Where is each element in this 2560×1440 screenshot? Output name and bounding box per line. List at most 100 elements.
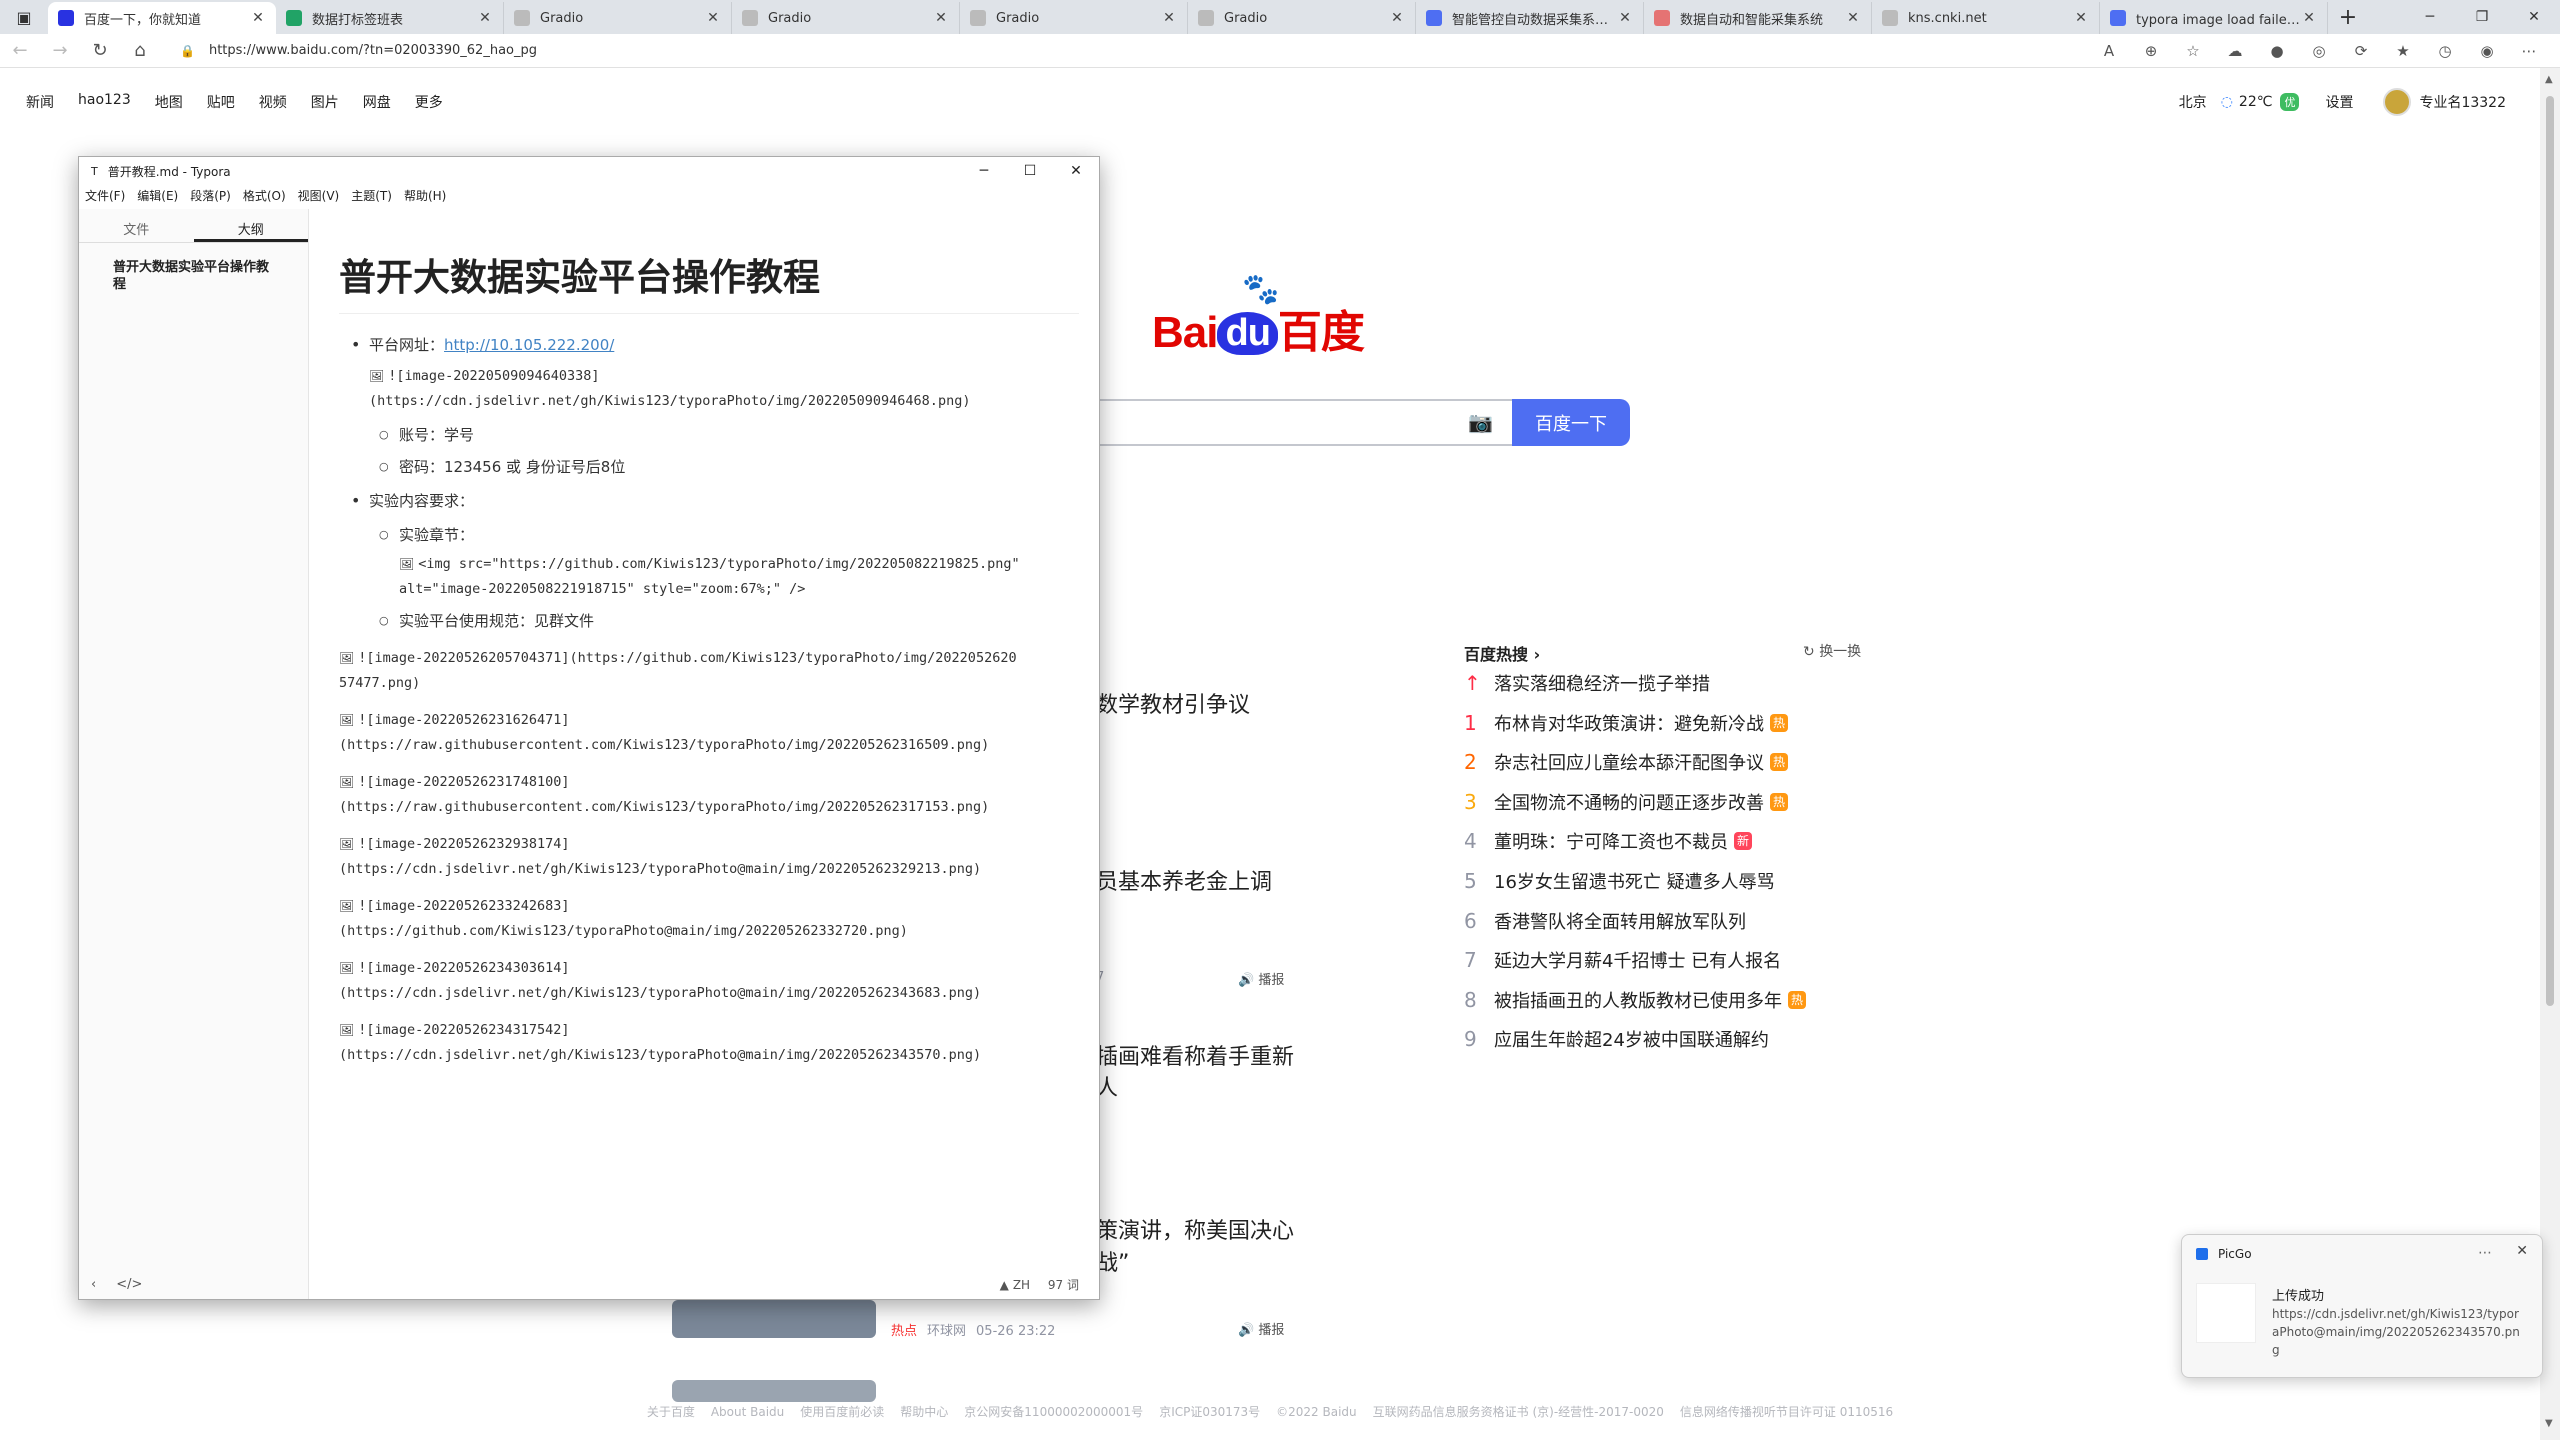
hot-item[interactable]: 4 董明珠：宁可降工资也不裁员新 xyxy=(1464,826,1752,856)
username[interactable]: 专业名13322 xyxy=(2419,92,2506,112)
tab-outline[interactable]: 大纲 xyxy=(193,209,308,242)
warning-icon[interactable]: ▲ xyxy=(1000,1278,1009,1292)
nav-link[interactable]: 新闻 xyxy=(26,92,54,112)
footer-link[interactable]: 京公网安备11000002000001号 xyxy=(964,1405,1143,1419)
tab-3[interactable]: Gradio ✕ xyxy=(732,2,960,34)
menu-item[interactable]: 编辑(E) xyxy=(137,187,178,204)
favorite-add-icon[interactable]: ☆ xyxy=(2172,42,2214,60)
lock-icon[interactable]: 🔒 xyxy=(180,44,195,58)
scrollbar-thumb[interactable] xyxy=(2546,96,2554,1006)
close-tab-icon[interactable]: ✕ xyxy=(477,10,493,26)
tab-0[interactable]: 百度一下，你就知道 ✕ xyxy=(48,2,276,34)
profile-icon[interactable]: ◉ xyxy=(2466,42,2508,60)
hot-item[interactable]: 2 杂志社回应儿童绘本舔汗配图争议热 xyxy=(1464,747,1788,777)
nav-link[interactable]: 更多 xyxy=(415,92,443,112)
scroll-down-icon[interactable]: ▼ xyxy=(2545,1418,2553,1429)
footer-link[interactable]: 关于百度 xyxy=(647,1405,695,1419)
search-button[interactable]: 百度一下 xyxy=(1512,399,1630,446)
picgo-notification[interactable]: PicGo ⋯ ✕ 上传成功 https://cdn.jsdelivr.net/… xyxy=(2181,1234,2543,1378)
typora-document[interactable]: 普开大数据实验平台操作教程 平台网址：http://10.105.222.200… xyxy=(339,247,1079,1068)
page-scrollbar[interactable]: ▲ ▼ xyxy=(2540,68,2560,1440)
tab-files[interactable]: 文件 xyxy=(79,209,194,242)
scroll-up-icon[interactable]: ▲ xyxy=(2545,74,2553,85)
tab-actions-icon[interactable]: ▣ xyxy=(0,0,48,34)
typora-titlebar[interactable]: T 普开教程.md - Typora xyxy=(79,157,1099,185)
menu-item[interactable]: 文件(F) xyxy=(85,187,125,204)
history-icon[interactable]: ◷ xyxy=(2424,42,2466,60)
hot-item[interactable]: 5 16岁女生留遗书死亡 疑遭多人辱骂 xyxy=(1464,866,1775,896)
report-button[interactable]: 🔊 播报 xyxy=(1238,969,1284,988)
news-title-line2[interactable]: 战” xyxy=(1096,1245,1129,1277)
nav-link[interactable]: 图片 xyxy=(311,92,339,112)
close-tab-icon[interactable]: ✕ xyxy=(933,10,949,26)
nav-link[interactable]: 贴吧 xyxy=(207,92,235,112)
zoom-icon[interactable]: ⊕ xyxy=(2130,42,2172,60)
report-button[interactable]: 🔊 播报 xyxy=(1238,1319,1284,1338)
hot-item[interactable]: 1 布林肯对华政策演讲：避免新冷战热 xyxy=(1464,708,1788,738)
more-icon[interactable]: ⋯ xyxy=(2478,1245,2492,1261)
news-title[interactable]: 插画难看称着手重新 xyxy=(1096,1039,1294,1071)
outline-item[interactable]: 普开大数据实验平台操作教程 xyxy=(79,243,308,293)
more-icon[interactable]: ⋯ xyxy=(2508,42,2550,60)
refresh-icon[interactable]: ↻ xyxy=(80,34,120,68)
news-thumbnail[interactable] xyxy=(672,1300,876,1338)
menu-item[interactable]: 视图(V) xyxy=(298,187,340,204)
back-icon[interactable]: ← xyxy=(0,34,40,68)
close-icon[interactable]: ✕ xyxy=(2516,1243,2528,1259)
footer-link[interactable]: ©2022 Baidu xyxy=(1276,1405,1357,1419)
home-icon[interactable]: ⌂ xyxy=(120,34,160,68)
hot-item[interactable]: 8 被指插画丑的人教版教材已使用多年热 xyxy=(1464,985,1806,1015)
minimize-icon[interactable]: ─ xyxy=(2404,0,2456,34)
hot-item[interactable]: 6 香港警队将全面转用解放军队列 xyxy=(1464,906,1746,936)
refresh-hot-button[interactable]: ↻ 换一换 xyxy=(1803,641,1861,661)
source-code-icon[interactable]: </> xyxy=(116,1277,142,1292)
extension-icon[interactable]: ● xyxy=(2256,42,2298,60)
nav-link[interactable]: 地图 xyxy=(155,92,183,112)
restore-icon[interactable]: ❐ xyxy=(2456,0,2508,34)
temperature[interactable]: 22℃ xyxy=(2239,94,2273,110)
favorites-icon[interactable]: ★ xyxy=(2382,42,2424,60)
word-count[interactable]: 97 词 xyxy=(1048,1278,1079,1292)
avatar[interactable] xyxy=(2383,88,2412,116)
footer-link[interactable]: About Baidu xyxy=(711,1405,784,1419)
cloud-icon[interactable]: ☁ xyxy=(2214,42,2256,60)
close-tab-icon[interactable]: ✕ xyxy=(250,10,266,26)
tab-6[interactable]: 智能管控自动数据采集系统和 ✕ xyxy=(1416,2,1644,34)
hot-search-title[interactable]: 百度热搜 › xyxy=(1464,641,1540,665)
read-aloud-icon[interactable]: A xyxy=(2088,42,2130,60)
footer-link[interactable]: 帮助中心 xyxy=(900,1405,948,1419)
footer-link[interactable]: 互联网药品信息服务资格证书 (京)-经营性-2017-0020 xyxy=(1373,1405,1664,1419)
close-icon[interactable]: ✕ xyxy=(2508,0,2560,34)
sync-icon[interactable]: ⟳ xyxy=(2340,42,2382,60)
platform-link[interactable]: http://10.105.222.200/ xyxy=(444,336,614,354)
maximize-icon[interactable]: ☐ xyxy=(1007,157,1053,185)
hot-item[interactable]: ↑ 落实落细稳经济一揽子举措 xyxy=(1464,668,1710,698)
hot-item[interactable]: 7 延边大学月薪4千招博士 已有人报名 xyxy=(1464,945,1781,975)
close-tab-icon[interactable]: ✕ xyxy=(1617,10,1633,26)
chevron-left-icon[interactable]: ‹ xyxy=(91,1277,96,1292)
menu-item[interactable]: 帮助(H) xyxy=(404,187,446,204)
camera-icon[interactable]: 📷 xyxy=(1468,410,1493,434)
search-input[interactable] xyxy=(1090,399,1512,446)
tab-8[interactable]: kns.cnki.net ✕ xyxy=(1872,2,2100,34)
forward-icon[interactable]: → xyxy=(40,34,80,68)
close-tab-icon[interactable]: ✕ xyxy=(1389,10,1405,26)
menu-item[interactable]: 格式(O) xyxy=(243,187,286,204)
tab-9[interactable]: typora image load failed - 搜索✕ xyxy=(2100,2,2328,34)
news-thumbnail[interactable] xyxy=(672,1380,876,1402)
footer-link[interactable]: 京ICP证030173号 xyxy=(1159,1405,1260,1419)
close-tab-icon[interactable]: ✕ xyxy=(2073,10,2089,26)
footer-link[interactable]: 使用百度前必读 xyxy=(800,1405,884,1419)
close-tab-icon[interactable]: ✕ xyxy=(2301,10,2317,26)
url-field[interactable]: 🔒 https://www.baidu.com/?tn=02003390_62_… xyxy=(180,37,1710,65)
footer-link[interactable]: 信息网络传播视听节目许可证 0110516 xyxy=(1680,1405,1893,1419)
tab-1[interactable]: 数据打标签班表 ✕ xyxy=(276,2,504,34)
tab-4[interactable]: Gradio ✕ xyxy=(960,2,1188,34)
tab-7[interactable]: 数据自动和智能采集系统 ✕ xyxy=(1644,2,1872,34)
close-icon[interactable]: ✕ xyxy=(1053,157,1099,185)
close-tab-icon[interactable]: ✕ xyxy=(705,10,721,26)
settings-link[interactable]: 设置 xyxy=(2325,92,2353,112)
extension2-icon[interactable]: ◎ xyxy=(2298,42,2340,60)
menu-item[interactable]: 主题(T) xyxy=(351,187,392,204)
new-tab-button[interactable]: + xyxy=(2328,0,2368,34)
